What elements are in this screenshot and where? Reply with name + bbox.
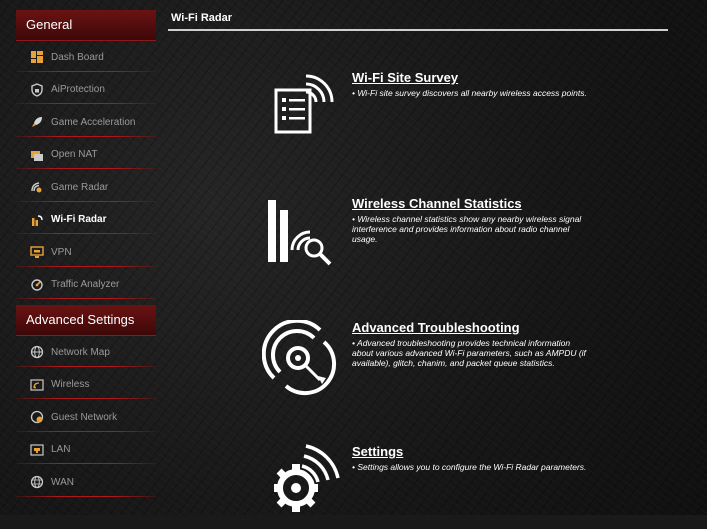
feature-advanced-troubleshooting: Advanced Troubleshooting • Advanced trou… [261,318,662,400]
title-divider [168,29,668,31]
troubleshooting-icon[interactable] [261,318,342,400]
sidebar-header-advanced: Advanced Settings [16,305,156,336]
sidebar-item-label: WAN [51,476,74,488]
sidebar: General Dash Board AiProtection Game Acc… [16,10,156,515]
feature-description: • Settings allows you to configure the W… [352,462,587,472]
feature-text: Wireless Channel Statistics • Wireless c… [352,196,592,245]
radar-icon [30,180,44,194]
feature-channel-statistics: Wireless Channel Statistics • Wireless c… [262,196,662,276]
sidebar-item-label: LAN [51,444,71,456]
feature-text: Advanced Troubleshooting • Advanced trou… [352,320,592,369]
sidebar-item-label: Dash Board [51,51,104,63]
page-title: Wi-Fi Radar [171,12,233,24]
vpn-icon [30,245,44,259]
sidebar-item-label: Game Radar [51,181,109,193]
sidebar-item-open-nat[interactable]: Open NAT [16,139,156,172]
rocket-icon [30,115,44,129]
guest-network-icon [30,410,44,424]
sidebar-item-label: VPN [51,246,72,258]
sidebar-item-label: Traffic Analyzer [51,279,120,291]
advanced-troubleshooting-link[interactable]: Advanced Troubleshooting [352,320,592,335]
sidebar-item-game-radar[interactable]: Game Radar [16,171,156,204]
feature-text: Settings • Settings allows you to config… [352,444,592,472]
sidebar-item-traffic-analyzer[interactable]: Traffic Analyzer [16,269,156,302]
feature-description: • Wi-Fi site survey discovers all nearby… [352,88,587,98]
settings-link[interactable]: Settings [352,444,592,459]
wifi-radar-icon [30,213,44,227]
site-survey-icon[interactable] [262,70,342,150]
lan-icon [30,443,44,457]
sidebar-item-label: Network Map [51,346,110,358]
shield-icon [30,82,44,97]
sidebar-item-label: Guest Network [51,411,118,423]
globe-icon [30,345,44,359]
feature-site-survey: Wi-Fi Site Survey • Wi-Fi site survey di… [262,70,662,150]
sidebar-item-wireless[interactable]: Wireless [16,369,156,402]
feature-description: • Advanced troubleshooting provides tech… [352,338,586,369]
sidebar-item-label: Wi-Fi Radar [51,214,107,226]
sidebar-item-aiprotection[interactable]: AiProtection [16,74,156,107]
sidebar-item-label: Open NAT [51,149,98,161]
sidebar-item-label: Wireless [51,379,90,391]
wan-icon [30,475,44,489]
feature-text: Wi-Fi Site Survey • Wi-Fi site survey di… [352,70,592,98]
sidebar-item-game-acceleration[interactable]: Game Acceleration [16,106,156,139]
feature-description: • Wireless channel statistics show any n… [352,214,582,245]
sidebar-header-general: General [16,10,156,41]
sidebar-item-label: AiProtection [51,84,105,96]
sidebar-item-dashboard[interactable]: Dash Board [16,41,156,74]
site-survey-link[interactable]: Wi-Fi Site Survey [352,70,592,85]
sidebar-item-network-map[interactable]: Network Map [16,336,156,369]
dashboard-icon [30,50,44,64]
wireless-icon [30,378,44,392]
channel-statistics-icon[interactable] [262,196,342,276]
sidebar-item-wifi-radar[interactable]: Wi-Fi Radar [16,204,156,237]
sidebar-item-guest-network[interactable]: Guest Network [16,401,156,434]
feature-settings: Settings • Settings allows you to config… [262,444,662,524]
sidebar-item-wan[interactable]: WAN [16,466,156,499]
nat-icon [30,148,44,162]
traffic-icon [30,278,44,292]
channel-statistics-link[interactable]: Wireless Channel Statistics [352,196,592,211]
sidebar-item-vpn[interactable]: VPN [16,236,156,269]
settings-gear-icon[interactable] [262,444,342,524]
sidebar-item-lan[interactable]: LAN [16,434,156,467]
sidebar-item-label: Game Acceleration [51,116,136,128]
